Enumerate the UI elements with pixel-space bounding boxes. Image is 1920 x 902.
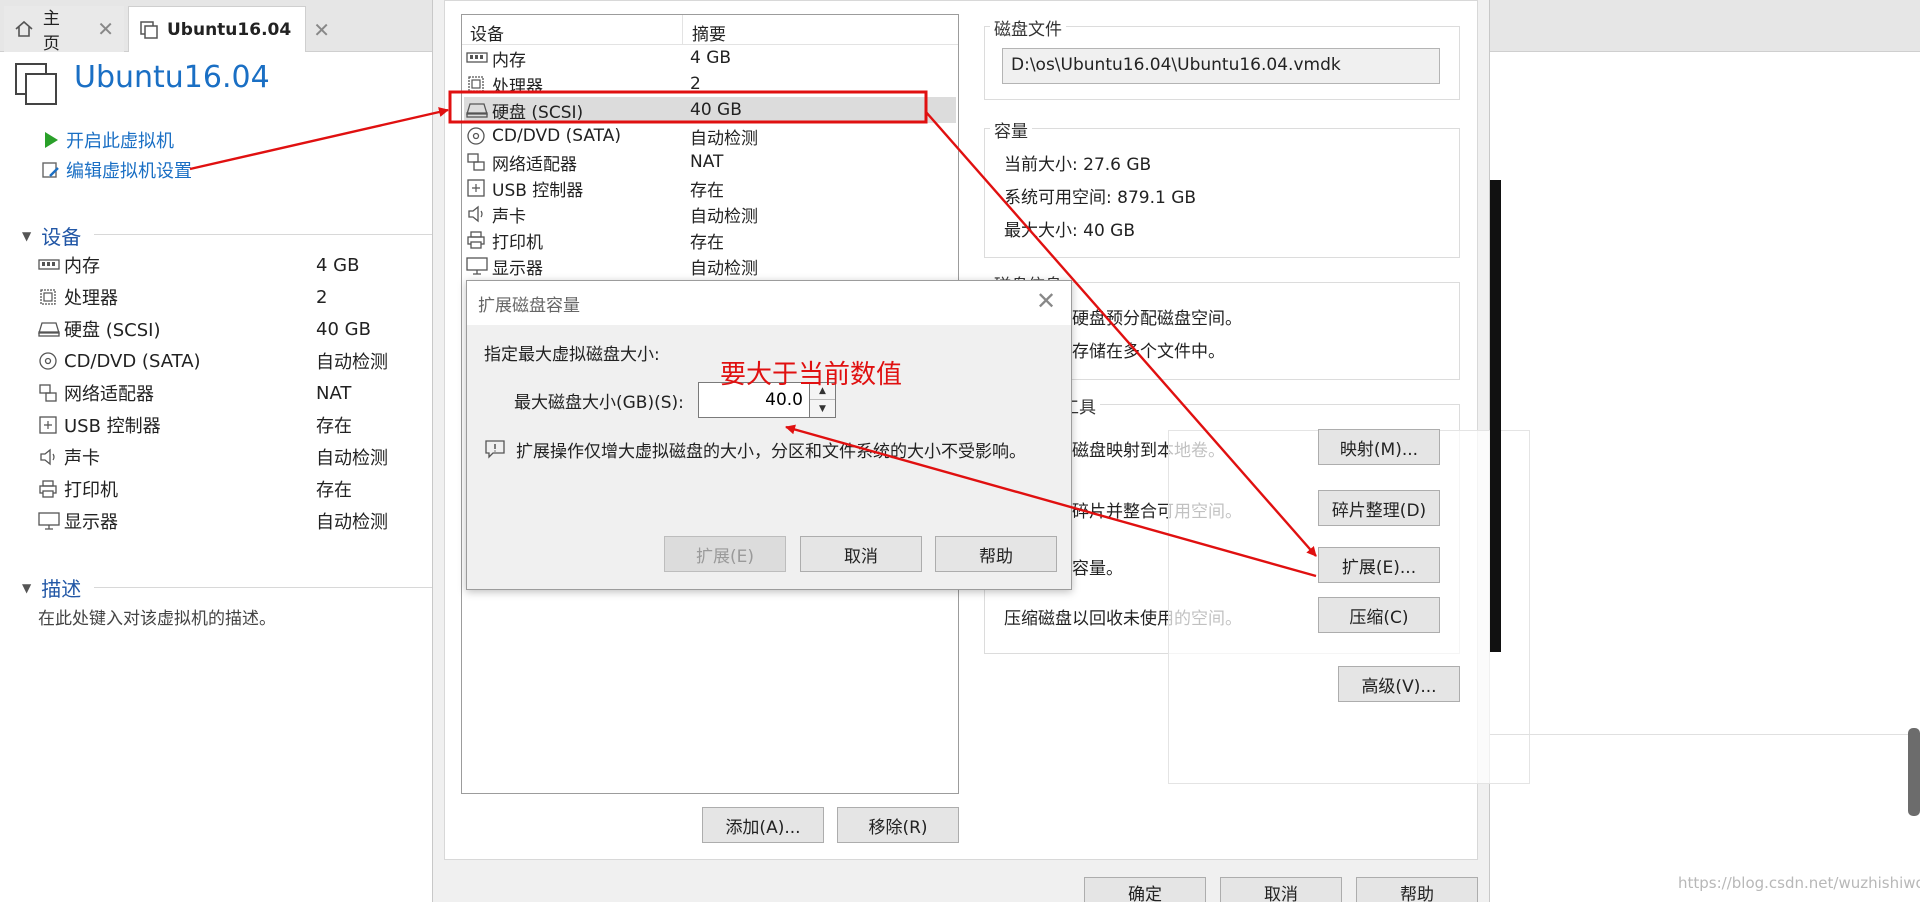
annotation-arrow-to-harddisk (189, 107, 449, 171)
highlight-box (448, 90, 928, 124)
annotation-arrow-to-input (785, 424, 1317, 578)
annotation-overlay (189, 90, 1317, 578)
annotation-arrow-to-expand (925, 111, 1317, 557)
